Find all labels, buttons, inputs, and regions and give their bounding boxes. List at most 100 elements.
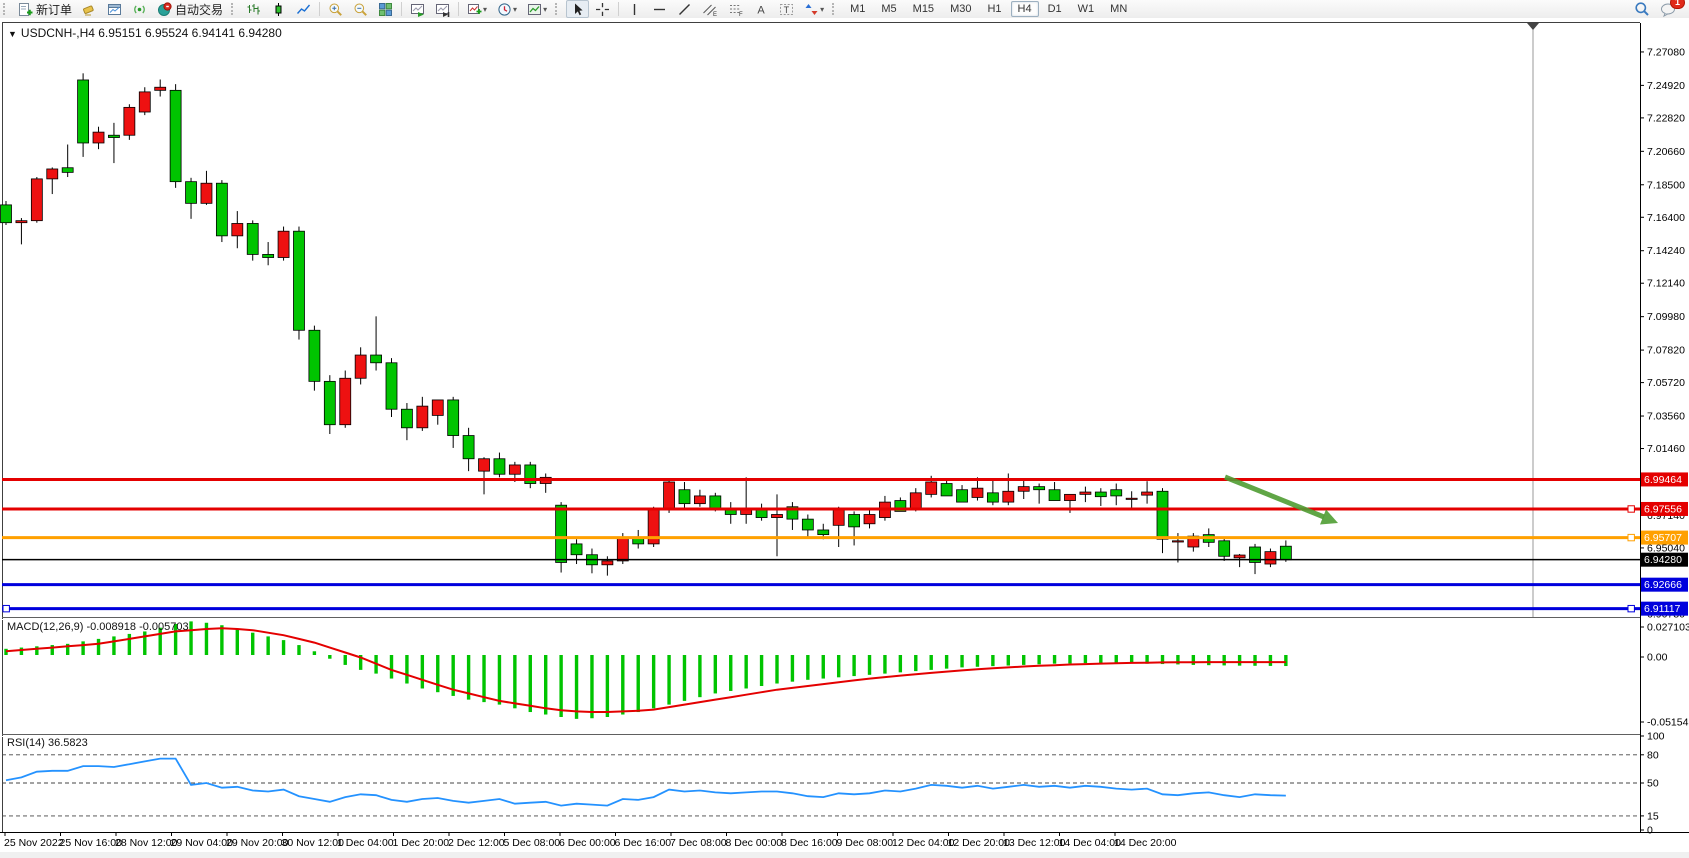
macd-histogram-bar xyxy=(297,645,300,655)
time-label: 30 Nov 12:00 xyxy=(282,837,345,849)
candle xyxy=(432,400,443,415)
rsi-tick-label: 15 xyxy=(1647,810,1659,822)
candle xyxy=(509,465,520,474)
time-label: 25 Nov 16:00 xyxy=(60,837,123,849)
macd-histogram-bar xyxy=(1238,655,1241,666)
candle xyxy=(278,231,289,257)
candle xyxy=(170,90,181,181)
candle xyxy=(1280,546,1291,559)
candle xyxy=(139,92,150,112)
candle xyxy=(1003,491,1014,502)
macd-histogram-bar xyxy=(313,651,316,655)
candle xyxy=(479,459,490,471)
candle xyxy=(463,436,474,459)
collapse-icon[interactable]: ▼ xyxy=(8,29,17,39)
candle xyxy=(186,182,197,204)
macd-histogram-bar xyxy=(189,621,192,655)
macd-histogram-bar xyxy=(806,655,809,680)
macd-histogram-bar xyxy=(81,641,84,655)
price-tick-label: 7.22820 xyxy=(1647,112,1685,124)
macd-histogram-bar xyxy=(1253,655,1256,666)
macd-histogram-bar xyxy=(775,655,778,684)
macd-histogram-bar xyxy=(1037,655,1040,664)
line-handle[interactable] xyxy=(1628,605,1634,611)
candle xyxy=(1,205,12,223)
macd-histogram-bar xyxy=(1269,655,1272,666)
time-label: 29 Nov 04:00 xyxy=(171,837,234,849)
time-label: 7 Dec 08:00 xyxy=(670,837,727,849)
macd-histogram-bar xyxy=(698,655,701,697)
macd-histogram-bar xyxy=(637,655,640,712)
candle xyxy=(910,493,921,508)
line-handle[interactable] xyxy=(1628,534,1634,540)
macd-histogram-bar xyxy=(544,655,547,715)
chart-canvas[interactable]: 7.270807.249207.228207.206607.185007.164… xyxy=(0,0,1689,858)
macd-histogram-bar xyxy=(112,636,115,655)
macd-histogram-bar xyxy=(1099,655,1102,663)
chart-background xyxy=(0,18,1689,858)
candle xyxy=(957,490,968,502)
candle xyxy=(664,482,675,510)
candle xyxy=(93,132,104,143)
macd-histogram-bar xyxy=(590,655,593,718)
candle xyxy=(1126,498,1137,499)
candle xyxy=(386,363,397,409)
symbol-ohlc-text: USDCNH-,H4 6.95151 6.95524 6.94141 6.942… xyxy=(21,26,282,40)
macd-histogram-bar xyxy=(852,655,855,676)
macd-histogram-bar xyxy=(498,655,501,705)
rsi-tick-label: 80 xyxy=(1647,749,1659,761)
macd-histogram-bar xyxy=(945,655,948,669)
candle xyxy=(247,223,258,254)
macd-histogram-bar xyxy=(220,625,223,655)
macd-histogram-bar xyxy=(683,655,686,701)
macd-histogram-bar xyxy=(128,634,131,655)
line-handle[interactable] xyxy=(3,605,9,611)
candle xyxy=(309,330,320,381)
rsi-tick-label: 50 xyxy=(1647,778,1659,790)
price-tag-label: 6.94280 xyxy=(1644,554,1682,566)
candle xyxy=(263,254,274,257)
macd-histogram-bar xyxy=(421,655,424,688)
macd-histogram-bar xyxy=(390,655,393,679)
time-label: 8 Dec 00:00 xyxy=(726,837,783,849)
candle xyxy=(1018,487,1029,492)
macd-histogram-bar xyxy=(976,655,979,667)
time-label: 12 Dec 04:00 xyxy=(892,837,955,849)
macd-histogram-bar xyxy=(899,655,902,672)
candle xyxy=(1219,541,1230,556)
candle xyxy=(741,510,752,515)
macd-histogram-bar xyxy=(714,655,717,693)
time-label: 14 Dec 20:00 xyxy=(1114,837,1177,849)
candle xyxy=(62,168,73,173)
macd-histogram-bar xyxy=(667,655,670,705)
candle xyxy=(1049,490,1060,501)
macd-histogram-bar xyxy=(143,631,146,655)
macd-histogram-bar xyxy=(744,655,747,688)
candle xyxy=(355,355,366,378)
price-tick-label: 7.27080 xyxy=(1647,46,1685,58)
time-label: 9 Dec 08:00 xyxy=(837,837,894,849)
time-label: 13 Dec 12:00 xyxy=(1003,837,1066,849)
macd-histogram-bar xyxy=(97,639,100,655)
time-label: 28 Nov 12:00 xyxy=(115,837,178,849)
macd-tick-label: 0.027103 xyxy=(1647,622,1689,634)
candle xyxy=(1142,492,1153,495)
candle xyxy=(602,561,613,565)
macd-histogram-bar xyxy=(652,655,655,708)
rsi-tick-label: 100 xyxy=(1647,731,1665,743)
candle xyxy=(78,80,89,143)
candle xyxy=(108,135,119,137)
time-label: 14 Dec 04:00 xyxy=(1059,837,1122,849)
macd-histogram-bar xyxy=(35,646,38,655)
line-handle[interactable] xyxy=(1628,506,1634,512)
price-tick-label: 7.07820 xyxy=(1647,345,1685,357)
macd-histogram-bar xyxy=(328,655,331,659)
macd-histogram-bar xyxy=(606,655,609,717)
macd-histogram-bar xyxy=(1007,655,1010,666)
time-label: 1 Dec 04:00 xyxy=(337,837,394,849)
macd-histogram-bar xyxy=(266,636,269,655)
price-tick-label: 7.18500 xyxy=(1647,179,1685,191)
macd-histogram-bar xyxy=(1222,655,1225,665)
macd-histogram-bar xyxy=(436,655,439,692)
candle xyxy=(124,107,135,135)
